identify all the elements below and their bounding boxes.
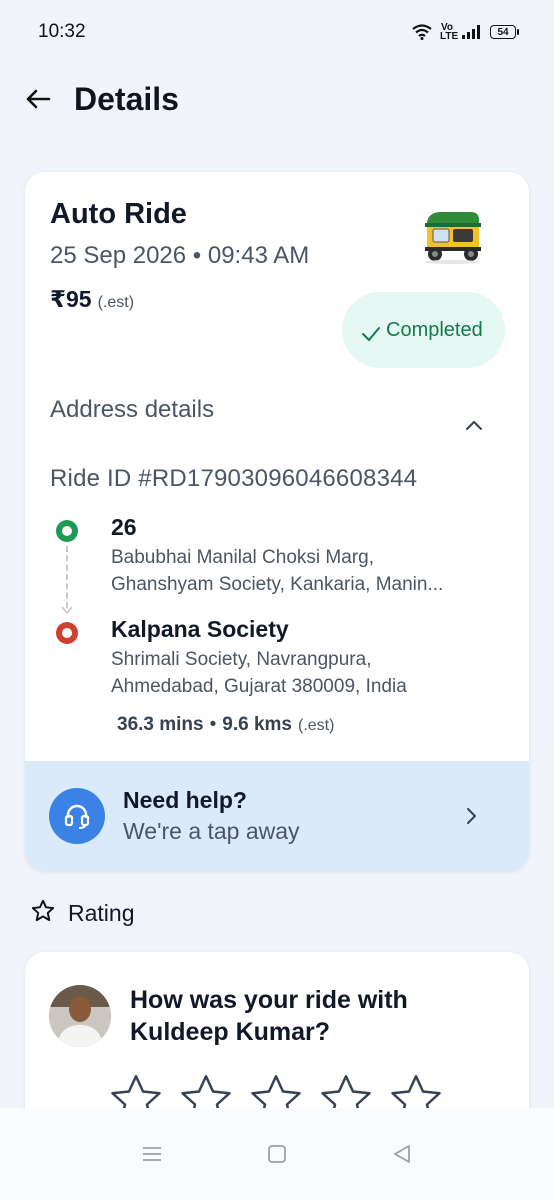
driver-avatar [49,985,111,1047]
help-texts: Need help? We're a tap away [123,787,459,845]
rating-question: How was your ride with Kuldeep Kumar? [130,986,408,1046]
separator-dot: • [209,714,217,735]
status-text: Completed [386,318,483,341]
ride-title: Auto Ride [50,198,187,230]
fare-amount: ₹95 [50,286,92,312]
home-icon[interactable] [257,1134,297,1174]
volte-icon: Vo LTE [440,22,459,42]
need-help-banner[interactable]: Need help? We're a tap away [25,761,529,871]
system-navigation-bar [0,1108,554,1200]
trip-estimate-note: (.est) [298,717,335,734]
status-time: 10:32 [38,21,86,42]
back-triangle-icon[interactable] [382,1134,422,1174]
headset-icon [49,788,105,844]
route-arrow-icon [60,602,74,615]
rating-label: Rating [68,900,135,926]
drop-address-line: Shrimali Society, Navrangpura, [111,649,372,670]
help-subtitle: We're a tap away [123,818,300,844]
drop-address: Shrimali Society, Navrangpura, Ahmedabad… [111,646,503,700]
status-icons: Vo LTE 54 [412,22,519,42]
star-outline-icon [30,898,56,929]
fare-estimate-note: (.est) [97,294,135,311]
pickup-address-line: Babubhai Manilal Choksi Marg, [111,547,374,568]
ride-id: Ride ID #RD17903096046608344 [50,465,418,492]
trip-duration: 36.3 mins [117,714,204,735]
pickup-marker-icon [56,520,78,542]
chevron-right-icon [459,804,483,828]
menu-icon[interactable] [132,1134,172,1174]
header: Details [24,76,179,122]
rating-section-header: Rating [30,898,134,929]
signal-icon [462,25,482,39]
pickup-address: Babubhai Manilal Choksi Marg, Ghanshyam … [111,544,503,598]
ride-datetime: 25 Sep 2026 • 09:43 AM [50,242,310,269]
wifi-icon [412,24,432,40]
auto-rickshaw-icon [419,208,485,264]
check-icon [360,323,382,345]
ride-fare: ₹95 (.est) [50,286,134,313]
trip-meta: 36.3 mins • 9.6 kms (.est) [117,714,334,736]
pickup-address-line: Ghanshyam Society, Kankaria, Manin... [111,574,444,595]
route-line [66,546,68,608]
drop-marker-icon [56,622,78,644]
drop-title: Kalpana Society [111,616,289,642]
back-arrow-icon[interactable] [24,85,52,113]
pickup-title: 26 [111,514,137,540]
status-bar: 10:32 Vo LTE 54 [0,0,554,64]
status-badge: Completed [342,292,505,368]
drop-address-line: Ahmedabad, Gujarat 380009, India [111,676,407,697]
address-details-header[interactable]: Address details [50,396,214,424]
trip-distance: 9.6 kms [222,714,292,735]
chevron-up-icon[interactable] [462,414,486,438]
battery-icon: 54 [490,25,519,39]
ride-details-card: Auto Ride 25 Sep 2026 • 09:43 AM ₹95 (.e… [25,172,529,871]
page-title: Details [74,80,179,117]
help-title: Need help? [123,787,247,813]
